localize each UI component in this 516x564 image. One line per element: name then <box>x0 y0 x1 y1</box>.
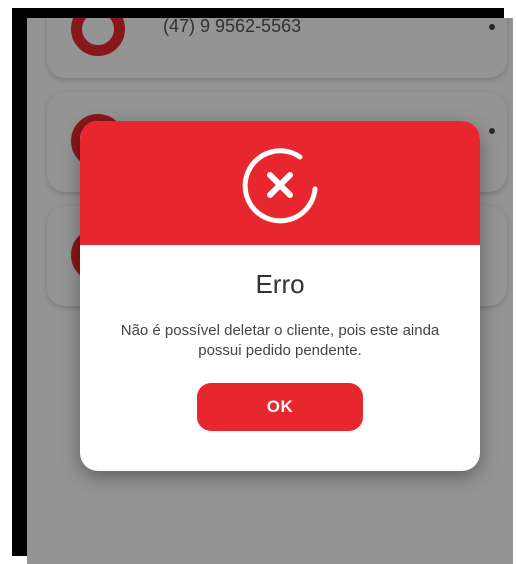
dialog-title: Erro <box>255 269 305 299</box>
error-dialog: Erro Não é possível deletar o cliente, p… <box>80 121 480 471</box>
device-frame: (47) 9 9562-5563 Erro Não é possível del… <box>12 8 513 564</box>
dialog-message: Não é possível deletar o cliente, pois e… <box>120 322 440 359</box>
app-screen: (47) 9 9562-5563 Erro Não é possível del… <box>27 18 513 564</box>
close-circle-icon <box>242 148 318 224</box>
dialog-header <box>80 121 480 245</box>
ok-button[interactable]: OK <box>197 383 363 431</box>
